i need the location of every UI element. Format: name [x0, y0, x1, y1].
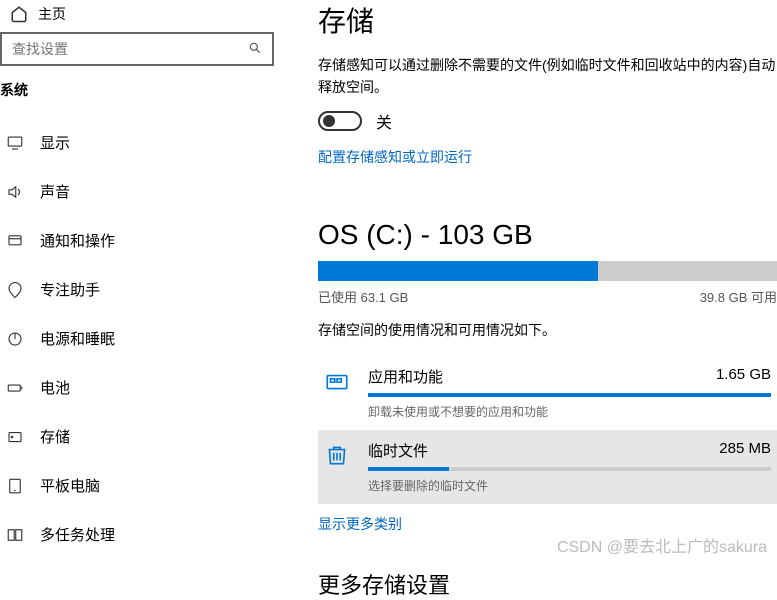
trash-icon	[324, 442, 350, 468]
sidebar-item-label: 电池	[40, 377, 70, 398]
category-bar	[368, 467, 771, 471]
sidebar-item-label: 平板电脑	[40, 475, 100, 496]
category-size: 1.65 GB	[716, 366, 771, 387]
home-link[interactable]: 主页	[0, 0, 278, 32]
search-box[interactable]	[0, 32, 274, 66]
sidebar-item-multitask[interactable]: 多任务处理	[0, 510, 278, 559]
multitask-icon	[6, 526, 24, 544]
section-label: 系统	[0, 80, 278, 118]
power-icon	[6, 330, 24, 348]
sidebar-item-label: 多任务处理	[40, 524, 115, 545]
sidebar-item-label: 电源和睡眠	[40, 328, 115, 349]
sidebar-item-notifications[interactable]: 通知和操作	[0, 216, 278, 265]
sound-icon	[6, 183, 24, 201]
sidebar-item-storage[interactable]: 存储	[0, 412, 278, 461]
sidebar-item-battery[interactable]: 电池	[0, 363, 278, 412]
storage-sense-toggle[interactable]	[318, 111, 362, 131]
home-label: 主页	[38, 4, 66, 24]
notifications-icon	[6, 232, 24, 250]
sidebar-item-display[interactable]: 显示	[0, 118, 278, 167]
focus-icon	[6, 281, 24, 299]
category-temp[interactable]: 临时文件 285 MB 选择要删除的临时文件	[318, 430, 777, 504]
apps-icon	[324, 368, 350, 394]
page-title: 存储	[318, 0, 777, 40]
drive-usage-fill	[318, 261, 598, 281]
sidebar-item-label: 存储	[40, 426, 70, 447]
category-sub: 卸载未使用或不想要的应用和功能	[368, 403, 771, 420]
category-apps[interactable]: 应用和功能 1.65 GB 卸载未使用或不想要的应用和功能	[318, 356, 777, 430]
sidebar-item-label: 显示	[40, 132, 70, 153]
search-input[interactable]	[12, 41, 248, 57]
sidebar-item-power[interactable]: 电源和睡眠	[0, 314, 278, 363]
sidebar-item-label: 专注助手	[40, 279, 100, 300]
free-label: 39.8 GB 可用	[700, 287, 777, 306]
sidebar-item-label: 通知和操作	[40, 230, 115, 251]
display-icon	[6, 134, 24, 152]
storage-icon	[6, 428, 24, 446]
category-name: 应用和功能	[368, 366, 443, 387]
toggle-state-label: 关	[376, 109, 392, 133]
drive-usage-bar	[318, 261, 777, 281]
usage-desc: 存储空间的使用情况和可用情况如下。	[318, 320, 777, 340]
more-settings-heading: 更多存储设置	[318, 568, 777, 600]
watermark: CSDN @要去北上广的sakura	[557, 533, 767, 557]
category-size: 285 MB	[719, 440, 771, 461]
sidebar-item-label: 声音	[40, 181, 70, 202]
drive-heading: OS (C:) - 103 GB	[318, 219, 777, 251]
sidebar-item-sound[interactable]: 声音	[0, 167, 278, 216]
main-content: 存储 存储感知可以通过删除不需要的文件(例如临时文件和回收站中的内容)自动释放空…	[278, 0, 777, 565]
storage-sense-desc: 存储感知可以通过删除不需要的文件(例如临时文件和回收站中的内容)自动释放空间。	[318, 54, 777, 99]
used-label: 已使用 63.1 GB	[318, 287, 408, 306]
category-bar	[368, 393, 771, 397]
sidebar-item-focus[interactable]: 专注助手	[0, 265, 278, 314]
search-icon	[248, 41, 262, 58]
sidebar-item-tablet[interactable]: 平板电脑	[0, 461, 278, 510]
tablet-icon	[6, 477, 24, 495]
home-icon	[10, 5, 28, 23]
show-more-link[interactable]: 显示更多类别	[318, 514, 402, 534]
category-name: 临时文件	[368, 440, 428, 461]
battery-icon	[6, 379, 24, 397]
category-sub: 选择要删除的临时文件	[368, 477, 771, 494]
configure-link[interactable]: 配置存储感知或立即运行	[318, 147, 472, 167]
